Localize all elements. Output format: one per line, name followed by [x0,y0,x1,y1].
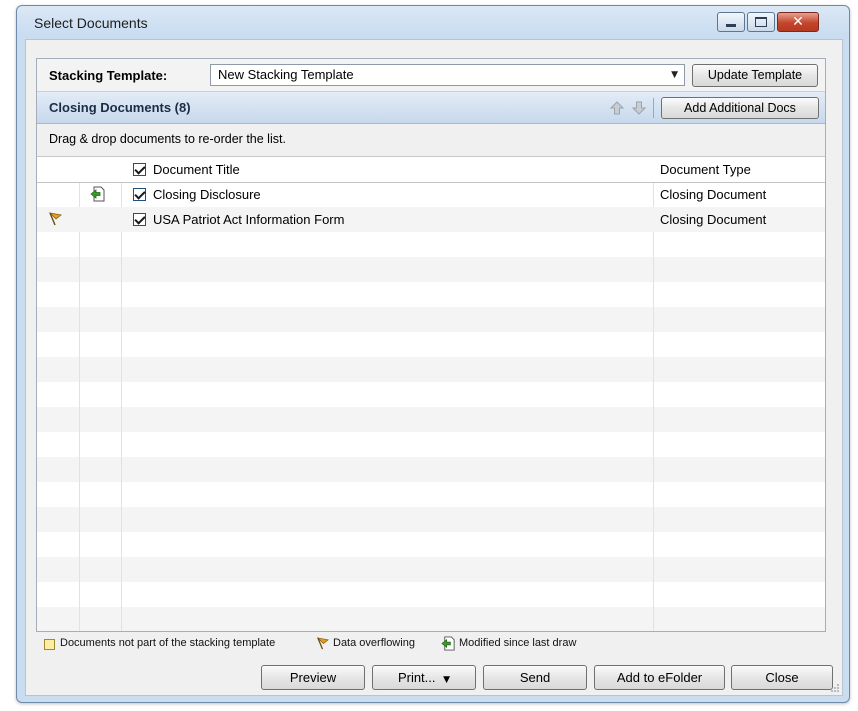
closing-documents-header: Closing Documents (8) Add Additional Doc… [37,92,825,124]
toolbar-separator [653,98,654,118]
document-type: Closing Document [660,212,767,227]
documents-table: Document Title Document Type Closing Dis… [37,157,825,631]
legend-modified: Modified since last draw [459,637,577,649]
documents-panel: Stacking Template: New Stacking Template… [36,58,826,632]
dialog-client: Stacking Template: New Stacking Template… [25,39,843,696]
drag-drop-hint-text: Drag & drop documents to re-order the li… [49,132,286,146]
table-row-empty [37,532,825,557]
document-checkbox[interactable] [133,213,146,226]
modified-icon [90,186,105,202]
table-row-empty [37,307,825,332]
maximize-button[interactable] [747,12,775,32]
data-overflow-flag-icon [48,212,62,226]
document-type: Closing Document [660,187,767,202]
table-row-empty [37,482,825,507]
send-button[interactable]: Send [483,665,587,690]
legend-not-in-template: Documents not part of the stacking templ… [60,637,276,649]
table-row-empty [37,582,825,607]
update-template-button[interactable]: Update Template [692,64,818,87]
stacking-template-label: Stacking Template: [49,68,168,83]
print-button[interactable]: Print... ▼ [372,665,476,690]
table-row-empty [37,607,825,631]
chevron-down-icon: ▼ [671,70,678,80]
preview-button[interactable]: Preview [261,665,365,690]
table-row-empty [37,357,825,382]
maximize-icon [755,17,767,27]
table-row-empty [37,407,825,432]
table-row[interactable]: Closing Disclosure Closing Document [37,182,825,207]
print-label: Print... [397,670,436,685]
table-row-empty [37,557,825,582]
window-title: Select Documents [34,15,148,31]
data-overflow-flag-icon [316,637,329,650]
document-title: USA Patriot Act Information Form [153,212,345,227]
document-checkbox[interactable] [133,188,146,201]
move-down-icon[interactable] [631,100,647,116]
chevron-down-icon: ▼ [443,675,451,685]
close-button[interactable]: Close [731,665,833,690]
stacking-template-select[interactable]: New Stacking Template ▼ [210,64,685,86]
not-in-template-swatch [44,639,55,650]
close-window-button[interactable]: ✕ [777,12,819,32]
table-row-empty [37,332,825,357]
stacking-template-value: New Stacking Template [218,67,354,82]
close-icon: ✕ [792,14,804,30]
table-row-empty [37,432,825,457]
stacking-template-row: Stacking Template: New Stacking Template… [37,59,825,92]
resize-grip-icon[interactable] [830,683,840,693]
table-row[interactable]: USA Patriot Act Information Form Closing… [37,207,825,232]
drag-drop-hint: Drag & drop documents to re-order the li… [37,124,825,157]
minimize-button[interactable] [717,12,745,32]
table-row-empty [37,457,825,482]
table-header: Document Title Document Type [37,157,825,183]
column-header-type[interactable]: Document Type [660,162,751,177]
table-row-empty [37,257,825,282]
add-additional-docs-button[interactable]: Add Additional Docs [661,97,819,119]
select-documents-window: Select Documents ✕ Stacking Template: Ne… [16,5,850,703]
legend-overflowing: Data overflowing [333,637,415,649]
table-row-empty [37,507,825,532]
column-header-title[interactable]: Document Title [153,162,240,177]
table-row-empty [37,282,825,307]
minimize-icon [726,23,736,27]
table-row-empty [37,382,825,407]
add-to-efolder-button[interactable]: Add to eFolder [594,665,725,690]
select-all-checkbox[interactable] [133,163,146,176]
table-row-empty [37,232,825,257]
title-bar[interactable]: Select Documents ✕ [17,6,849,40]
move-up-icon[interactable] [609,100,625,116]
modified-icon [441,636,455,651]
document-title: Closing Disclosure [153,187,261,202]
closing-documents-title: Closing Documents (8) [49,100,191,115]
